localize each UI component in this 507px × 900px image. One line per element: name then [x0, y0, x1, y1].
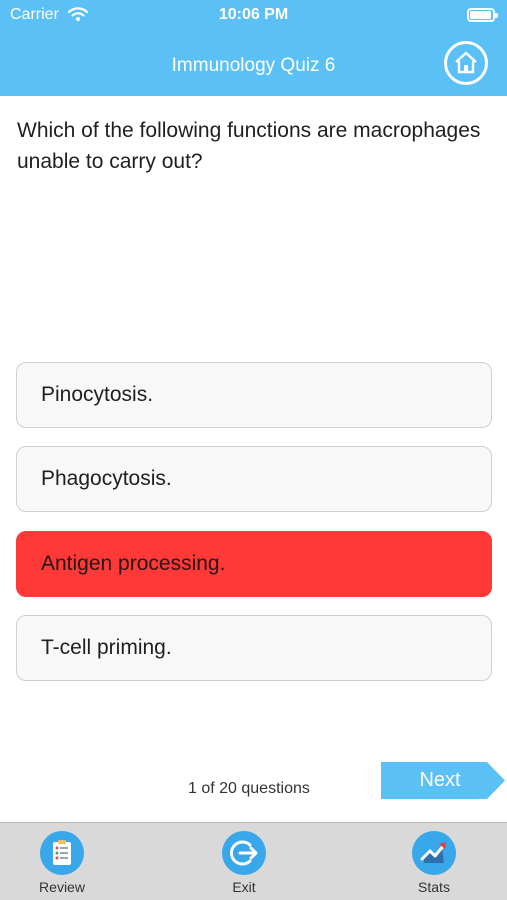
tab-review[interactable]: Review: [22, 831, 102, 897]
status-time: 10:06 PM: [218, 6, 289, 23]
answer-option-2[interactable]: Phagocytosis.: [16, 446, 492, 512]
status-bar: Carrier 10:06 PM: [0, 0, 507, 32]
navigation-header: Carrier 10:06 PM Immunology Quiz 6: [0, 0, 507, 96]
tab-label: Exit: [232, 879, 256, 895]
answer-option-4[interactable]: T-cell priming.: [16, 615, 492, 681]
question-text: Which of the following functions are mac…: [17, 119, 481, 173]
quiz-title: Immunology Quiz 6: [171, 55, 336, 76]
answer-label: T-cell priming.: [41, 636, 172, 659]
question-progress: 1 of 20 questions: [188, 780, 310, 797]
answer-option-1[interactable]: Pinocytosis.: [16, 362, 492, 428]
home-icon: [455, 51, 477, 74]
answer-label: Antigen processing.: [41, 552, 226, 575]
review-icon: [40, 831, 84, 875]
stats-icon: [412, 831, 456, 875]
battery-icon: [467, 8, 498, 22]
tab-label: Stats: [418, 879, 450, 895]
next-button[interactable]: Next: [381, 762, 505, 799]
tab-exit[interactable]: Exit: [204, 831, 284, 897]
next-label: Next: [419, 769, 461, 791]
battery-level: [470, 11, 491, 19]
tab-bar: Review Exit Stats: [0, 822, 507, 900]
tab-stats[interactable]: Stats: [394, 831, 474, 897]
answer-label: Pinocytosis.: [41, 383, 154, 406]
answer-option-3[interactable]: Antigen processing.: [16, 531, 492, 597]
tab-label: Review: [39, 879, 85, 895]
answer-label: Phagocytosis.: [41, 467, 172, 490]
home-button[interactable]: [444, 41, 488, 85]
exit-icon: [222, 831, 266, 875]
